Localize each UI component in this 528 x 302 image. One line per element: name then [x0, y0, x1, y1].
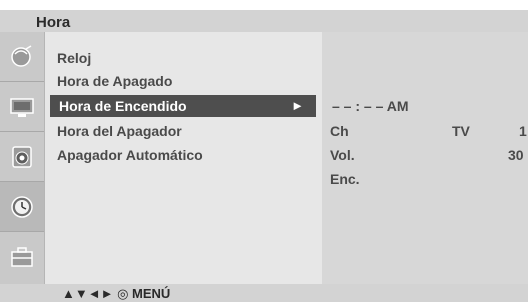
on-time-value[interactable]: – – : – – AM: [332, 98, 409, 114]
menu-title: Hora: [36, 14, 71, 31]
menu-item-apagador-automatico[interactable]: Apagador Automático: [57, 147, 203, 163]
on-timer-submenu: – – : – – AM Ch TV 1 Vol. 30 Enc.: [322, 32, 528, 284]
category-time[interactable]: [0, 182, 44, 232]
title-bar: Hora: [0, 10, 528, 32]
osd-menu: Hora Reloj Hora de Apagado Hora de Encen…: [0, 10, 528, 302]
satellite-dish-icon: [11, 45, 32, 67]
footer-bar: ▲▼◄► ◎ MENÚ: [0, 284, 528, 302]
arrow-right-icon: ►: [291, 98, 304, 113]
menu-item-hora-de-encendido[interactable]: Hora de Encendido ►: [50, 95, 316, 117]
category-setup[interactable]: [0, 232, 44, 282]
volume-value[interactable]: 30: [508, 147, 524, 163]
menu-item-hora-de-apagado[interactable]: Hora de Apagado: [57, 73, 172, 89]
on-status-label: Enc.: [330, 171, 360, 187]
speaker-icon: [12, 146, 32, 168]
volume-label: Vol.: [330, 147, 355, 163]
category-sound[interactable]: [0, 132, 44, 182]
menu-item-label: Hora del Apagador: [57, 123, 182, 139]
category-icon-column: [0, 32, 45, 284]
clock-icon: [11, 196, 33, 218]
menu-item-label: Apagador Automático: [57, 147, 203, 163]
tv-screen-icon: [10, 98, 34, 117]
menu-item-label: Hora de Apagado: [57, 73, 173, 89]
category-picture[interactable]: [0, 82, 44, 132]
menu-item-hora-del-apagador[interactable]: Hora del Apagador: [57, 123, 182, 139]
category-station[interactable]: [0, 32, 44, 82]
channel-label: Ch: [330, 123, 349, 139]
navigation-hint: ▲▼◄► ◎ MENÚ: [62, 286, 171, 301]
menu-item-reloj[interactable]: Reloj: [57, 50, 91, 66]
channel-source-value[interactable]: TV: [452, 123, 470, 139]
time-menu-panel: Reloj Hora de Apagado Hora de Encendido …: [45, 32, 322, 284]
toolbox-icon: [11, 247, 33, 267]
menu-item-label: Hora de Encendido: [59, 98, 187, 114]
menu-item-label: Reloj: [57, 50, 92, 66]
channel-number-value[interactable]: 1: [519, 123, 527, 139]
